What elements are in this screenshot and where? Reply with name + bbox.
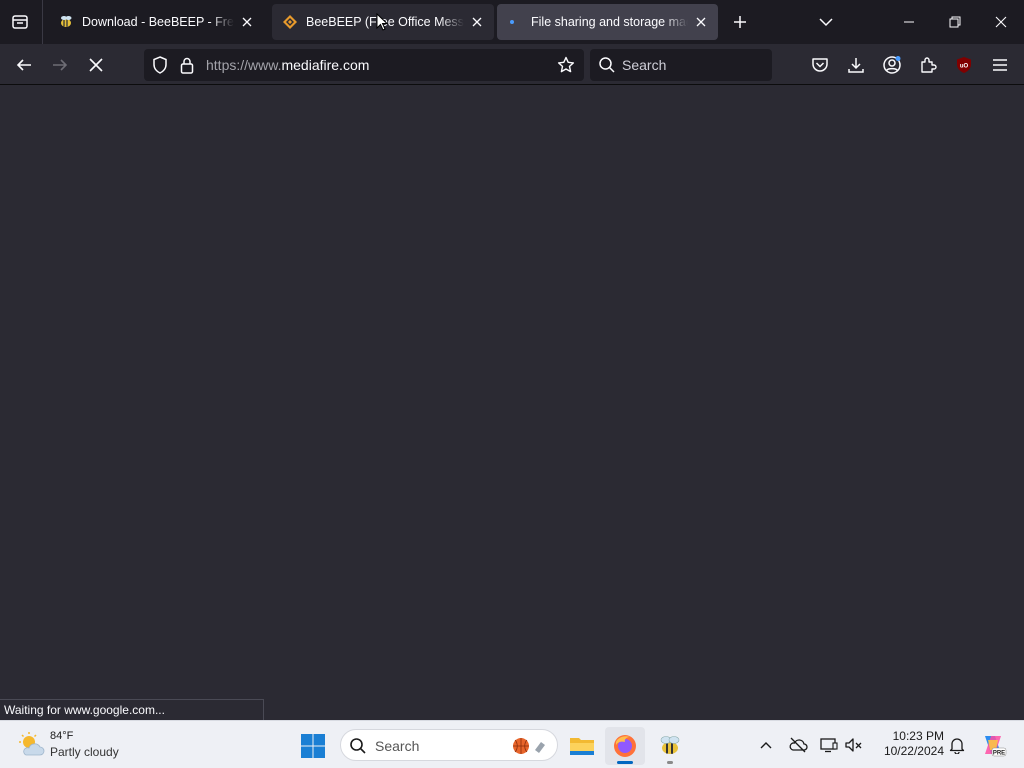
folder-icon [570,738,594,755]
copilot-button[interactable]: PRE [978,733,1008,757]
search-icon [350,738,366,754]
app-menu-button[interactable] [985,50,1015,80]
show-hidden-icons-button[interactable] [755,733,777,757]
search-placeholder: Search [622,57,667,73]
bee-icon [660,736,680,754]
close-icon[interactable] [238,13,256,31]
restore-icon [949,16,961,28]
list-all-tabs-button[interactable] [812,8,840,36]
bell-icon [949,738,965,754]
page-content-area [0,85,1024,720]
chevron-down-icon [819,18,833,27]
extensions-button[interactable] [913,50,943,80]
copilot-pre-icon: PRE [985,736,1007,757]
stop-icon [89,58,103,72]
minimize-button[interactable] [886,0,932,44]
minimize-icon [904,21,914,23]
firefox-taskbar-button[interactable] [605,727,645,765]
download-icon [848,58,864,73]
firefox-icon [614,735,636,757]
tab-strip: Download - BeeBEEP - Free Office Messeng… [0,0,1024,44]
url-text[interactable]: https://www.mediafire.com [206,57,369,73]
weather-temperature: 84°F [50,730,74,742]
taskbar-search-placeholder: Search [375,738,420,754]
volume-tray-button[interactable] [843,733,865,757]
chevron-up-icon [760,742,772,749]
tab-mediafire[interactable]: File sharing and storage made simple [497,4,718,40]
basketball-search-highlight-icon [513,738,545,754]
plus-icon [734,16,746,28]
account-icon [883,56,901,74]
search-bar[interactable]: Search [590,49,772,81]
forward-arrow-icon [53,59,68,71]
url-bar[interactable]: https://www.mediafire.com [144,49,584,81]
tab-title: Download - BeeBEEP - Free Office Messeng… [82,15,234,29]
close-icon[interactable] [692,13,710,31]
close-window-button[interactable] [978,0,1024,44]
tab-separator [42,0,43,44]
taskbar-search-box[interactable]: Search [340,729,558,761]
status-panel: Waiting for www.google.com... [0,699,264,720]
navigation-toolbar: https://www.mediafire.com Search uO [0,44,1024,85]
monitor-icon [820,738,838,753]
pocket-icon [812,58,828,72]
windows-logo-icon [301,734,325,758]
restore-button[interactable] [932,0,978,44]
back-arrow-icon [16,59,31,71]
forward-button[interactable] [45,50,75,80]
speaker-muted-icon [845,738,862,752]
weather-description: Partly cloudy [50,745,119,759]
back-button[interactable] [9,50,39,80]
close-icon[interactable] [468,13,486,31]
url-scheme: https://www. [206,57,282,73]
notifications-button[interactable] [946,733,968,757]
file-explorer-taskbar-button[interactable] [562,727,602,765]
svg-text:uO: uO [960,64,969,70]
mouse-cursor [376,13,388,31]
hamburger-menu-icon [993,59,1007,71]
taskbar-clock[interactable]: 10:23 PM 10/22/2024 [872,729,944,759]
clock-date: 10/22/2024 [883,744,944,758]
new-tab-button[interactable] [727,8,753,36]
beebeep-taskbar-button[interactable] [650,727,690,765]
tab-title: File sharing and storage made simple [531,15,688,29]
search-icon [599,57,615,73]
svg-text:PRE: PRE [993,751,1005,757]
loading-dot-icon [507,14,523,30]
bookmark-star-icon[interactable] [556,55,576,75]
close-icon [995,16,1007,28]
bee-icon [58,14,74,30]
url-host: mediafire.com [281,57,370,73]
start-button[interactable] [298,731,328,761]
weather-widget[interactable]: 84°F Partly cloudy [14,727,174,763]
stop-button[interactable] [81,50,111,80]
downloads-button[interactable] [841,50,871,80]
ublock-origin-icon: uO [957,57,971,73]
onedrive-tray-button[interactable] [787,733,809,757]
lock-icon[interactable] [177,55,197,75]
cloud-offline-icon [789,737,808,753]
active-app-indicator [617,761,633,764]
partly-cloudy-icon [19,732,45,756]
pocket-button[interactable] [805,50,835,80]
firefox-view-icon [12,15,28,29]
display-tray-button[interactable] [818,733,840,757]
tab-beebeep-download[interactable]: Download - BeeBEEP - Free Office Messeng… [48,4,264,40]
beebeep-diamond-icon [282,14,298,30]
windows-taskbar: 84°F Partly cloudy Search 10:23 PM 10/22… [0,720,1024,768]
ublock-origin-button[interactable]: uO [949,50,979,80]
puzzle-piece-icon [921,57,937,73]
clock-time: 10:23 PM [892,729,944,743]
tracking-protection-shield-icon[interactable] [150,55,170,75]
account-button[interactable] [877,50,907,80]
firefox-view-button[interactable] [6,8,34,36]
running-app-indicator [667,761,673,764]
